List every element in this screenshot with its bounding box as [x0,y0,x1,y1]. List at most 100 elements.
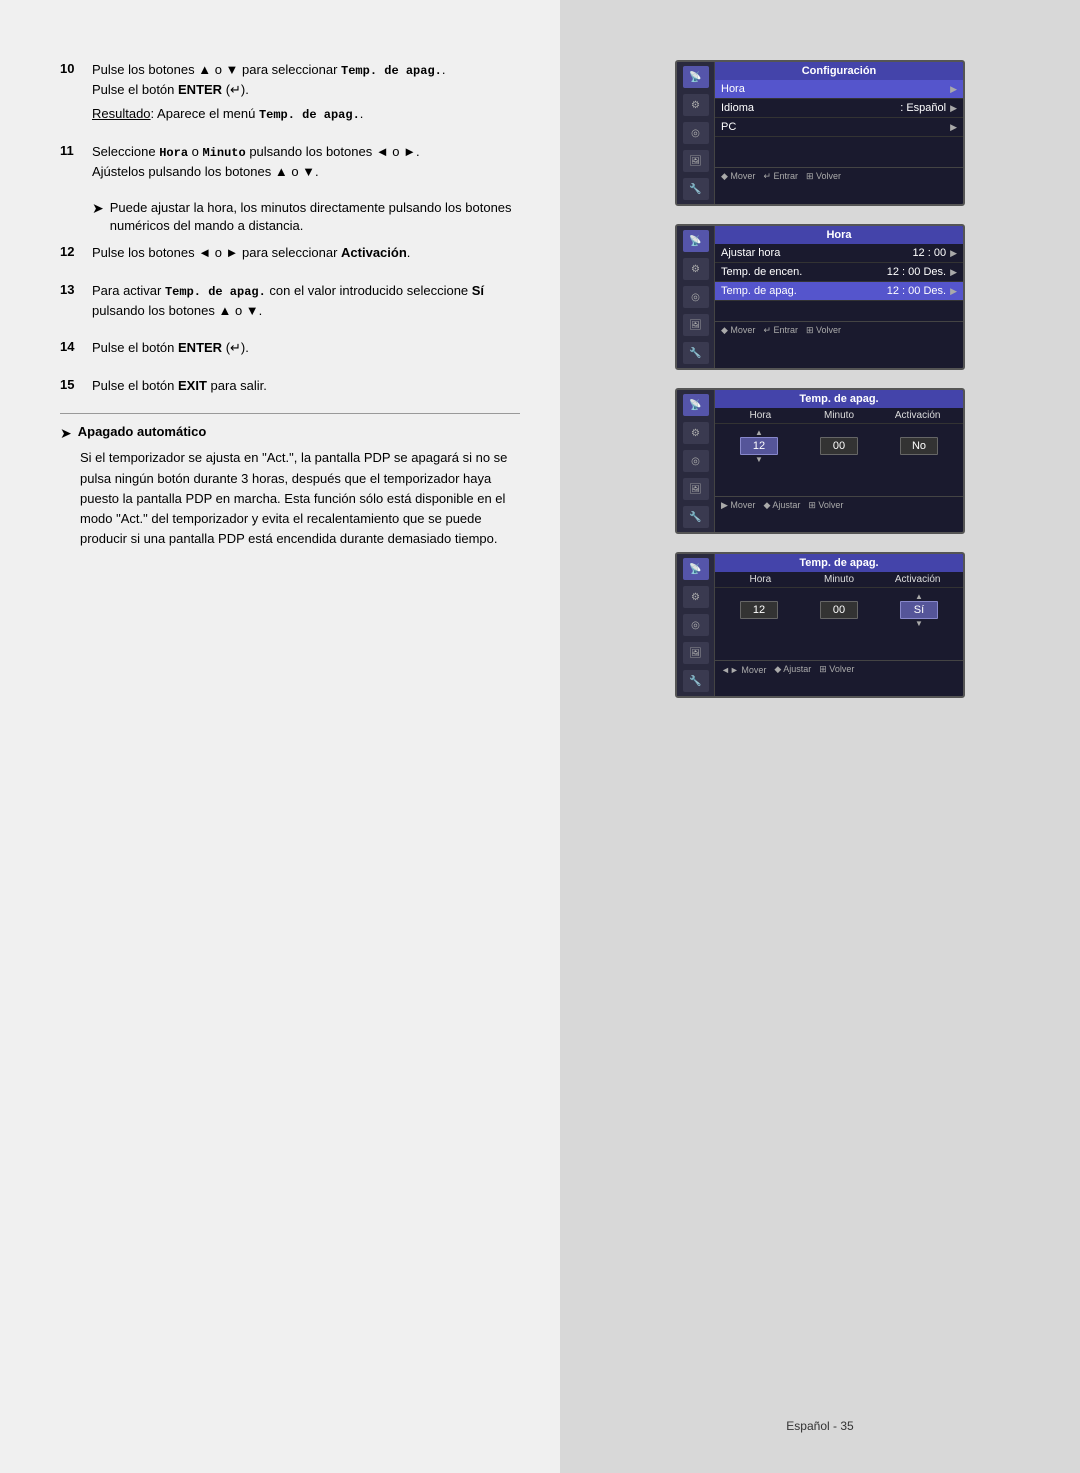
col-minuto-1: Minuto [800,410,879,421]
tv-screen-hora: 📡 ⚙ ◎ 🖼 🔧 Hora Ajustar hora 12 : 00 ▶ Te… [675,224,965,370]
menu-label-idioma: Idioma [721,102,900,114]
timer-boxes-row-2: ▲ 12 ▼ ▲ 00 ▼ ▲ Sí ▼ [715,588,963,632]
apagado-heading: Apagado automático [78,424,207,439]
tv-sidebar-3: 📡 ⚙ ◎ 🖼 🔧 [677,390,715,532]
sidebar-icon-antenna: 📡 [683,66,709,88]
activacion-box-1: No [900,437,938,455]
apagado-title: ➤ Apagado automático [60,424,520,442]
step-number: 12 [60,243,92,267]
timer-col-headers-1: Hora Minuto Activación [715,408,963,424]
footer-volver-2: ⊞ Volver [806,325,841,336]
sidebar-icon-settings-4: ⚙ [683,586,709,608]
step-content: Pulse el botón ENTER (↵). [92,338,520,362]
sidebar-icon-antenna-2: 📡 [683,230,709,252]
step-10: 10 Pulse los botones ▲ o ▼ para seleccio… [60,60,520,128]
sidebar-icon-tool: 🔧 [683,178,709,200]
hora-box-wrap-2: ▲ 12 ▼ [721,592,797,628]
timer-boxes-row-1: ▲ 12 ▼ ▲ 00 ▼ ▲ No ▼ [715,424,963,468]
col-hora-1: Hora [721,410,800,421]
sidebar-icon-tool-2: 🔧 [683,342,709,364]
menu-arrow-temp-encen: ▶ [950,267,957,278]
step-content: Seleccione Hora o Minuto pulsando los bo… [92,142,520,186]
sidebar-icon-antenna-3: 📡 [683,394,709,416]
timer-col-headers-2: Hora Minuto Activación [715,572,963,588]
hora-arrow-up-1: ▲ [755,428,763,437]
sidebar-icon-circle: ◎ [683,122,709,144]
minuto-box-1: 00 [820,437,858,455]
col-hora-2: Hora [721,574,800,585]
sidebar-icon-tool-3: 🔧 [683,506,709,528]
sidebar-icon-circle-2: ◎ [683,286,709,308]
minuto-box-wrap-1: ▲ 00 ▼ [801,428,877,464]
menu-label-temp-apag: Temp. de apag. [721,285,887,297]
footer-volver-3: ⊞ Volver [808,500,843,511]
col-minuto-2: Minuto [800,574,879,585]
menu-value-idioma: : Español [900,102,946,114]
apagado-section: ➤ Apagado automático Si el temporizador … [60,424,520,549]
footer-entrar-2: ↵ Entrar [763,325,798,336]
tv-screen3-header: Temp. de apag. [715,390,963,408]
hora-box-2: 12 [740,601,778,619]
footer-mover-3: ▶ Mover [721,500,755,511]
tv-sidebar: 📡 ⚙ ◎ 🖼 🔧 [677,62,715,204]
sidebar-icon-settings: ⚙ [683,94,709,116]
menu-label-ajustar-hora: Ajustar hora [721,247,912,259]
right-panel: 📡 ⚙ ◎ 🖼 🔧 Configuración Hora ▶ Idioma : … [560,0,1080,1473]
hora-arrow-down-1: ▼ [755,455,763,464]
menu-arrow-ajustar-hora: ▶ [950,248,957,259]
menu-arrow-hora: ▶ [950,84,957,95]
sidebar-icon-image-3: 🖼 [683,478,709,500]
footer-volver-4: ⊞ Volver [819,664,854,675]
tv-main-configuracion: Configuración Hora ▶ Idioma : Español ▶ … [715,62,963,204]
menu-label-hora: Hora [721,83,950,95]
step-content: Pulse el botón EXIT para salir. [92,376,520,400]
activacion-box-2: Sí [900,601,938,619]
step-content: Pulse los botones ▲ o ▼ para seleccionar… [92,60,520,128]
step-number: 15 [60,376,92,400]
hora-box-1: 12 [740,437,778,455]
tv-screen4-header: Temp. de apag. [715,554,963,572]
menu-label-pc: PC [721,121,950,133]
menu-arrow-temp-apag: ▶ [950,286,957,297]
sidebar-icon-settings-3: ⚙ [683,422,709,444]
hora-box-wrap-1: ▲ 12 ▼ [721,428,797,464]
activacion-arrow-down-2: ▼ [915,619,923,628]
step-14: 14 Pulse el botón ENTER (↵). [60,338,520,362]
menu-item-ajustar-hora: Ajustar hora 12 : 00 ▶ [715,244,963,263]
sidebar-icon-image: 🖼 [683,150,709,172]
tv-sidebar-4: 📡 ⚙ ◎ 🖼 🔧 [677,554,715,696]
sidebar-icon-image-2: 🖼 [683,314,709,336]
note-11: ➤ Puede ajustar la hora, los minutos dir… [92,199,520,235]
sidebar-icon-settings-2: ⚙ [683,258,709,280]
footer-ajustar-3: ◆ Ajustar [763,500,800,511]
tv-footer-2: ◆ Mover ↵ Entrar ⊞ Volver [715,321,963,339]
menu-item-temp-encen: Temp. de encen. 12 : 00 Des. ▶ [715,263,963,282]
sidebar-icon-circle-3: ◎ [683,450,709,472]
step-number: 10 [60,60,92,128]
menu-arrow-pc: ▶ [950,122,957,133]
left-panel: 10 Pulse los botones ▲ o ▼ para seleccio… [0,0,560,1473]
footer-text: Español - 35 [786,1419,853,1433]
menu-item-pc: PC ▶ [715,118,963,137]
tv-footer-1: ◆ Mover ↵ Entrar ⊞ Volver [715,167,963,185]
tv-screen1-header: Configuración [715,62,963,80]
menu-item-hora: Hora ▶ [715,80,963,99]
sidebar-icon-image-4: 🖼 [683,642,709,664]
menu-arrow-idioma: ▶ [950,103,957,114]
tv-screen-temp-apag-2: 📡 ⚙ ◎ 🖼 🔧 Temp. de apag. Hora Minuto Act… [675,552,965,698]
activacion-box-wrap-1: ▲ No ▼ [881,428,957,464]
menu-value-temp-encen: 12 : 00 Des. [887,266,946,278]
tv-sidebar-2: 📡 ⚙ ◎ 🖼 🔧 [677,226,715,368]
step-13: 13 Para activar Temp. de apag. con el va… [60,281,520,325]
step-number: 13 [60,281,92,325]
sidebar-icon-antenna-4: 📡 [683,558,709,580]
sidebar-icon-circle-4: ◎ [683,614,709,636]
footer-mover-4: ◄► Mover [721,664,766,675]
step-number: 11 [60,142,92,186]
minuto-box-2: 00 [820,601,858,619]
page-footer: Español - 35 [786,1399,853,1433]
minuto-box-wrap-2: ▲ 00 ▼ [801,592,877,628]
step-11: 11 Seleccione Hora o Minuto pulsando los… [60,142,520,186]
step-content: Para activar Temp. de apag. con el valor… [92,281,520,325]
tv-footer-3: ▶ Mover ◆ Ajustar ⊞ Volver [715,496,963,514]
